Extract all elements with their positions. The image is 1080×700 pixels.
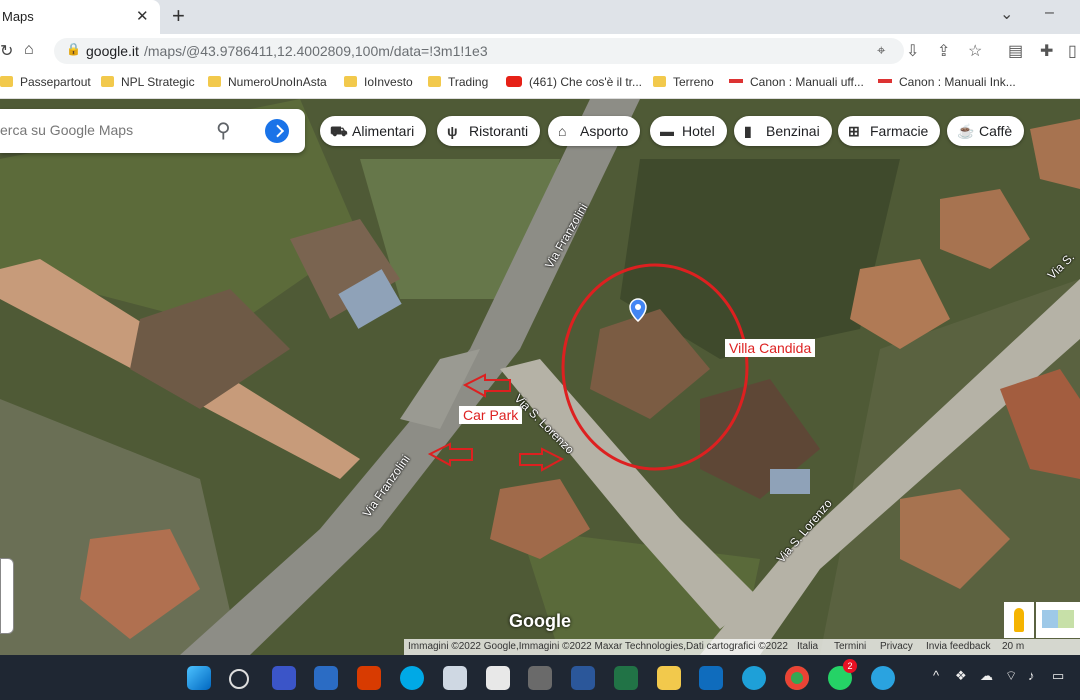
bookmark-item[interactable]: IoInvesto <box>344 75 413 89</box>
chip-alimentari[interactable]: ⛟ Alimentari <box>320 116 427 146</box>
map-attribution-bar: Immagini ©2022 Google,Immagini ©2022 Max… <box>404 639 1080 655</box>
takeout-icon: ⌂ <box>558 123 567 139</box>
coffee-icon: ☕ <box>957 123 975 139</box>
app-icon[interactable] <box>272 666 296 690</box>
bookmark-item[interactable]: NPL Strategic <box>101 75 195 89</box>
chip-ristoranti[interactable]: ψ Ristoranti <box>437 116 541 146</box>
notification-badge: 2 <box>843 659 857 673</box>
share-icon[interactable]: ⇪ <box>937 41 950 61</box>
new-tab-icon[interactable]: + <box>172 3 185 29</box>
calculator-icon[interactable] <box>528 666 552 690</box>
pharmacy-icon: ⊞ <box>848 123 860 139</box>
bookmark-item[interactable]: Canon : Manuali Ink... <box>878 75 1016 89</box>
satellite-imagery[interactable] <box>0 99 1080 655</box>
sidebar-icon[interactable]: ▯ <box>1068 41 1077 61</box>
cart-icon: ⛟ <box>330 123 348 139</box>
folder-icon <box>428 76 441 87</box>
footer-link-feedback[interactable]: Invia feedback <box>926 639 991 655</box>
chevron-up-icon[interactable]: ^ <box>933 668 939 683</box>
chip-caffe[interactable]: ☕ Caffè <box>947 116 1025 146</box>
lock-icon[interactable]: 🔒 <box>66 42 81 56</box>
file-explorer-icon[interactable] <box>657 666 681 690</box>
pegman-icon[interactable] <box>1004 602 1034 638</box>
home-icon[interactable]: ⌂ <box>24 41 34 59</box>
edge-icon[interactable] <box>742 666 766 690</box>
google-logo: Google <box>509 611 571 631</box>
minimize-icon[interactable]: – <box>1045 4 1054 22</box>
cloud-icon[interactable]: ☁ <box>980 668 993 684</box>
cutlery-icon: ψ <box>447 123 458 139</box>
bed-icon: ▬ <box>660 123 674 139</box>
folder-icon <box>0 76 13 87</box>
bookmark-item[interactable]: NumeroUnoInAsta <box>208 75 327 89</box>
url-host: google.it <box>86 43 139 59</box>
scale-label: 20 m <box>1002 641 1025 652</box>
youtube-icon <box>506 76 522 87</box>
search-input[interactable]: erca su Google Maps <box>0 122 133 138</box>
notepad-icon[interactable] <box>443 666 467 690</box>
star-icon[interactable]: ☆ <box>968 41 982 61</box>
folder-icon <box>208 76 221 87</box>
chip-hotel[interactable]: ▬ Hotel <box>650 116 727 146</box>
folder-icon <box>344 76 357 87</box>
word-icon[interactable] <box>571 666 595 690</box>
skype-icon[interactable] <box>400 666 424 690</box>
app-icon[interactable] <box>314 666 338 690</box>
excel-icon[interactable] <box>614 666 638 690</box>
bookmark-item[interactable]: Trading <box>428 75 488 89</box>
bookmark-item[interactable]: (461) Che cos'è il tr... <box>506 75 642 89</box>
document-icon[interactable] <box>486 666 510 690</box>
volume-icon[interactable]: ♪ <box>1028 668 1035 683</box>
villa-label: Villa Candida <box>725 339 816 357</box>
attribution-text: Immagini ©2022 Google,Immagini ©2022 Max… <box>408 641 788 652</box>
chevron-down-icon[interactable]: ⌄ <box>1000 4 1013 24</box>
collapse-panel-handle[interactable] <box>0 558 14 634</box>
canon-icon <box>729 79 743 83</box>
footer-link-italia[interactable]: Italia <box>797 639 818 655</box>
canon-icon <box>878 79 892 83</box>
bookmark-item[interactable]: Passepartout <box>0 75 91 89</box>
url-path: /maps/@43.9786411,12.4002809,100m/data=!… <box>144 43 488 59</box>
extension-dev-icon[interactable]: ▤ <box>1008 41 1023 61</box>
layers-icon[interactable] <box>1036 602 1080 638</box>
browser-toolbar: ↻ ⌂ 🔒 google.it /maps/@43.9786411,12.400… <box>0 34 1080 68</box>
folder-icon <box>101 76 114 87</box>
address-bar[interactable]: 🔒 google.it /maps/@43.9786411,12.4002809… <box>54 38 904 64</box>
taskbar: 2 ^ ❖ ☁ ⌔ ♪ ▭ <box>0 655 1080 700</box>
chip-farmacie[interactable]: ⊞ Farmacie <box>838 116 941 146</box>
install-icon[interactable]: ⇩ <box>906 41 919 61</box>
wifi-icon[interactable]: ⌔ <box>1005 668 1017 684</box>
tab-maps[interactable]: Maps ✕ <box>0 0 160 34</box>
search-icon[interactable] <box>229 669 249 689</box>
close-icon[interactable]: ✕ <box>136 7 149 25</box>
car-park-label: Car Park <box>459 406 523 424</box>
search-icon[interactable]: ⚲ <box>216 118 231 143</box>
footer-link-privacy[interactable]: Privacy <box>880 639 913 655</box>
outlook-icon[interactable] <box>699 666 723 690</box>
dropbox-icon[interactable]: ❖ <box>955 668 967 684</box>
bookmark-item[interactable]: Terreno <box>653 75 714 89</box>
chrome-icon[interactable] <box>785 666 809 690</box>
location-icon[interactable]: ⌖ <box>877 42 885 59</box>
office-icon[interactable] <box>357 666 381 690</box>
fuel-icon: ▮ <box>744 123 752 139</box>
search-box[interactable]: erca su Google Maps ⚲ <box>0 109 305 153</box>
telegram-icon[interactable] <box>871 666 895 690</box>
footer-link-termini[interactable]: Termini <box>834 639 866 655</box>
reload-icon[interactable]: ↻ <box>0 41 13 61</box>
directions-icon[interactable] <box>260 114 294 148</box>
chip-benzinai[interactable]: ▮ Benzinai <box>734 116 832 146</box>
tab-title: Maps <box>2 9 34 24</box>
chip-asporto[interactable]: ⌂ Asporto <box>548 116 641 146</box>
battery-icon[interactable]: ▭ <box>1052 668 1064 684</box>
bookmark-item[interactable]: Canon : Manuali uff... <box>729 75 864 89</box>
tab-bar: Maps ✕ + ⌄ – <box>0 0 1080 34</box>
windows-start-icon[interactable] <box>187 666 211 690</box>
map-viewport[interactable]: erca su Google Maps ⚲ ⛟ Alimentari ψ Risto… <box>0 99 1080 655</box>
puzzle-icon[interactable]: ✚ <box>1040 41 1053 61</box>
folder-icon <box>653 76 666 87</box>
bookmarks-bar: Passepartout NPL Strategic NumeroUnoInAs… <box>0 68 1080 99</box>
